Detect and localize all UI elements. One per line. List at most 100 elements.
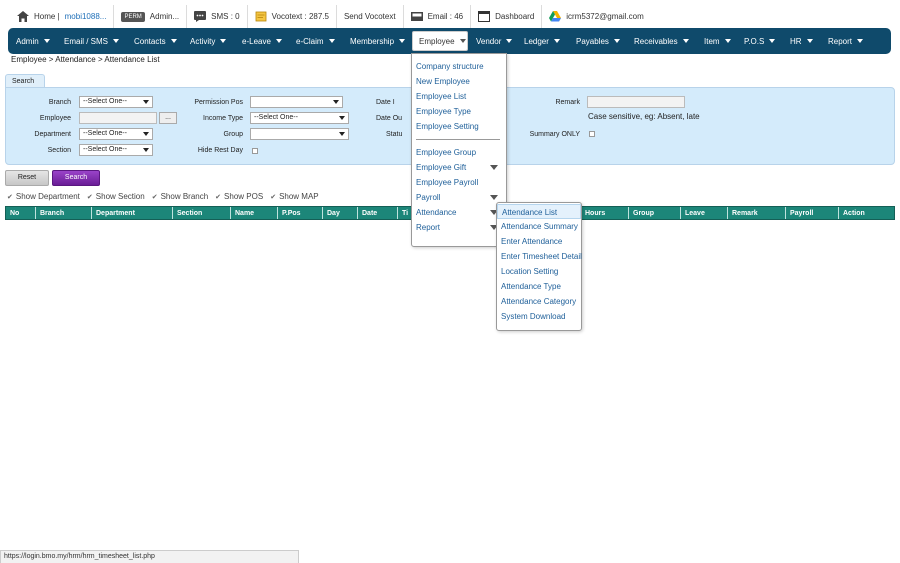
menu-item-new-employee[interactable]: New Employee: [412, 74, 506, 89]
group-select[interactable]: [250, 128, 349, 140]
chevron-down-icon: [553, 39, 560, 43]
col-leave[interactable]: Leave: [681, 207, 728, 219]
nav-eleave[interactable]: e-Leave: [236, 28, 290, 54]
nav-employee[interactable]: Employee: [412, 31, 468, 51]
menu-item-employee-group[interactable]: Employee Group: [412, 145, 506, 160]
browser-status-bar: https://login.bmo.my/hrm/hrm_timesheet_l…: [0, 550, 299, 563]
nav-eclaim[interactable]: e-Claim: [290, 28, 344, 54]
section-select[interactable]: --Select One--: [79, 144, 153, 156]
col-name[interactable]: Name: [231, 207, 278, 219]
option-label: Show MAP: [279, 192, 319, 201]
option-label: Show Section: [95, 192, 145, 201]
col-ppos[interactable]: P.Pos: [278, 207, 323, 219]
admin-menu[interactable]: PERM Admin...: [114, 5, 188, 28]
nav-email-sms[interactable]: Email / SMS: [58, 28, 128, 54]
submenu-item-enter-attendance[interactable]: Enter Attendance: [497, 234, 581, 249]
menu-item-report[interactable]: Report: [412, 220, 506, 235]
nav-report[interactable]: Report: [822, 28, 872, 54]
col-department[interactable]: Department: [92, 207, 173, 219]
menu-item-employee-setting[interactable]: Employee Setting: [412, 119, 506, 134]
nav-label: Ledger: [524, 36, 549, 46]
menu-item-employee-gift[interactable]: Employee Gift: [412, 160, 506, 175]
col-branch[interactable]: Branch: [36, 207, 92, 219]
chevron-down-icon: [857, 39, 864, 43]
submenu-item-attendance-list[interactable]: Attendance List: [497, 204, 581, 219]
sms-link[interactable]: SMS : 0: [187, 5, 248, 28]
nav-admin[interactable]: Admin: [10, 28, 58, 54]
menu-item-employee-payroll[interactable]: Employee Payroll: [412, 175, 506, 190]
menu-label: Payroll: [416, 193, 441, 202]
chevron-down-icon: [613, 39, 620, 43]
hide-rest-day-checkbox[interactable]: [252, 148, 258, 154]
employee-lookup-button[interactable]: ...: [159, 112, 177, 124]
menu-item-employee-list[interactable]: Employee List: [412, 89, 506, 104]
nav-item[interactable]: Item: [698, 28, 738, 54]
show-department-option[interactable]: ✔ Show Department: [7, 192, 80, 201]
nav-label: Employee: [419, 36, 455, 46]
nav-vendor[interactable]: Vendor: [470, 28, 518, 54]
vocotext-balance: Vocotext : 287.5: [271, 12, 329, 21]
nav-membership[interactable]: Membership: [344, 28, 410, 54]
home-link[interactable]: Home | mobi1088...: [10, 5, 115, 28]
employee-input[interactable]: [79, 112, 157, 124]
nav-hr[interactable]: HR: [784, 28, 822, 54]
nav-ledger[interactable]: Ledger: [518, 28, 570, 54]
reset-button[interactable]: Reset: [5, 170, 49, 186]
income-type-select[interactable]: --Select One--: [250, 112, 349, 124]
branch-select[interactable]: --Select One--: [79, 96, 153, 108]
send-vocotext-link[interactable]: Send Vocotext: [337, 5, 404, 28]
nav-label: e-Leave: [242, 36, 271, 46]
col-day[interactable]: Day: [323, 207, 358, 219]
col-section[interactable]: Section: [173, 207, 231, 219]
show-map-option[interactable]: ✔ Show MAP: [270, 192, 318, 201]
nav-payables[interactable]: Payables: [570, 28, 628, 54]
home-label: Home |: [34, 12, 60, 21]
email-link[interactable]: Email : 46: [404, 5, 472, 28]
remark-input[interactable]: [587, 96, 685, 108]
department-select[interactable]: --Select One--: [79, 128, 153, 140]
menu-item-company-structure[interactable]: Company structure: [412, 59, 506, 74]
col-no[interactable]: No: [6, 207, 36, 219]
col-action[interactable]: Action: [839, 207, 894, 219]
chevron-down-icon: [769, 39, 776, 43]
show-section-option[interactable]: ✔ Show Section: [87, 192, 145, 201]
vocotext-link[interactable]: Vocotext : 287.5: [248, 5, 337, 28]
submenu-item-attendance-type[interactable]: Attendance Type: [497, 279, 581, 294]
permission-pos-select[interactable]: [250, 96, 343, 108]
home-user-link[interactable]: mobi1088...: [65, 12, 107, 21]
account-link[interactable]: icrm5372@gmail.com: [542, 5, 650, 28]
show-branch-option[interactable]: ✔ Show Branch: [152, 192, 208, 201]
sms-icon: [194, 11, 207, 22]
nav-contacts[interactable]: Contacts: [128, 28, 184, 54]
dashboard-label: Dashboard: [495, 12, 535, 21]
menu-item-employee-type[interactable]: Employee Type: [412, 104, 506, 119]
summary-only-checkbox[interactable]: [589, 131, 595, 137]
submenu-item-attendance-summary[interactable]: Attendance Summary: [497, 219, 581, 234]
nav-receivables[interactable]: Receivables: [628, 28, 698, 54]
tab-search[interactable]: Search: [5, 74, 45, 88]
col-payroll[interactable]: Payroll: [786, 207, 839, 219]
col-remark[interactable]: Remark: [728, 207, 786, 219]
search-button[interactable]: Search: [52, 170, 100, 186]
chevron-down-icon: [339, 116, 345, 120]
col-date[interactable]: Date: [358, 207, 398, 219]
nav-pos[interactable]: P.O.S: [738, 28, 784, 54]
col-group[interactable]: Group: [629, 207, 681, 219]
col-hours[interactable]: Hours: [581, 207, 629, 219]
dashboard-link[interactable]: Dashboard: [471, 5, 543, 28]
status-label: Statu: [386, 131, 403, 138]
submenu-item-attendance-category[interactable]: Attendance Category: [497, 294, 581, 309]
income-type-value: --Select One--: [254, 114, 298, 121]
nav-activity[interactable]: Activity: [184, 28, 236, 54]
menu-item-payroll[interactable]: Payroll: [412, 190, 506, 205]
chevron-down-icon: [333, 100, 339, 104]
summary-only-label: Summary ONLY: [529, 131, 580, 138]
chevron-down-icon: [339, 132, 345, 136]
chevron-down-icon: [724, 39, 731, 43]
submenu-item-enter-timesheet-detail[interactable]: Enter Timesheet Detail: [497, 249, 582, 264]
submenu-item-location-setting[interactable]: Location Setting: [497, 264, 581, 279]
nav-label: Membership: [350, 36, 395, 46]
menu-item-attendance[interactable]: Attendance: [412, 205, 506, 220]
show-pos-option[interactable]: ✔ Show POS: [215, 192, 263, 201]
submenu-item-system-download[interactable]: System Download: [497, 309, 581, 324]
